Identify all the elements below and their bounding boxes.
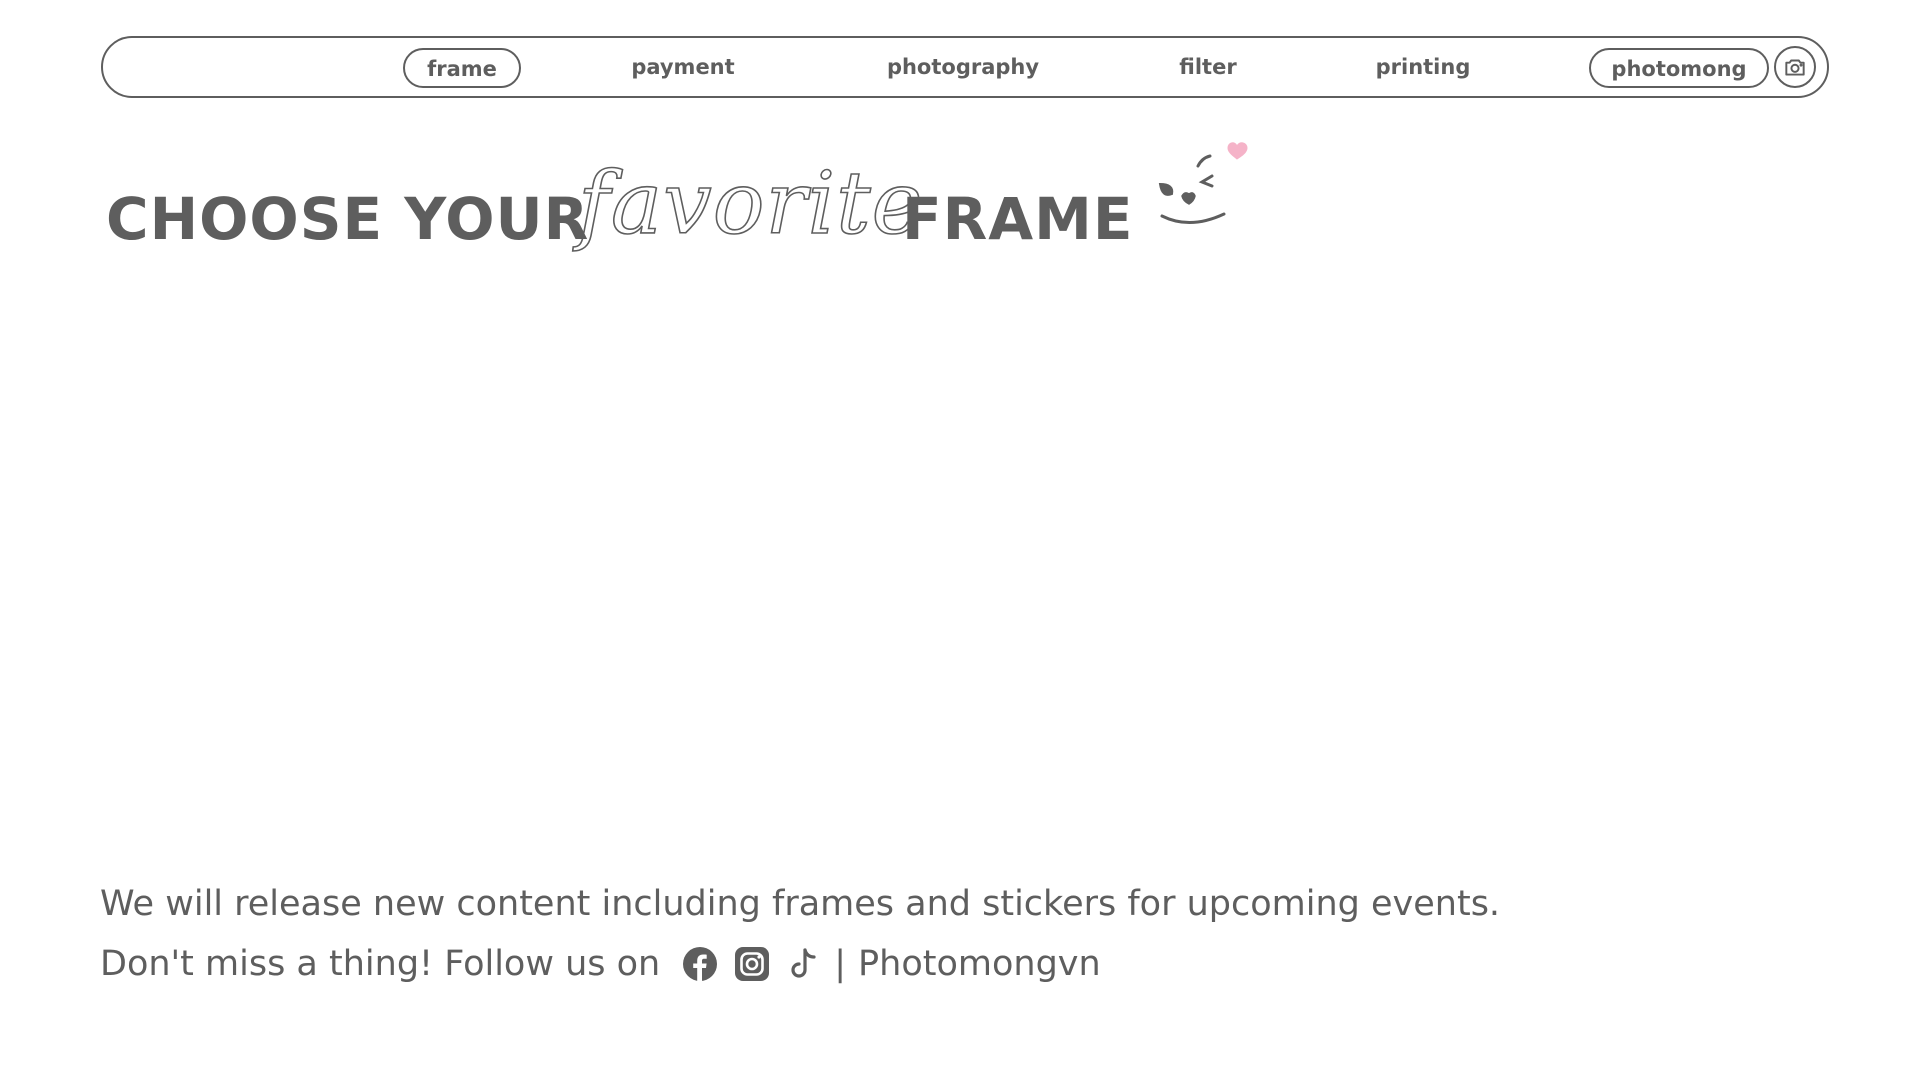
follow-us-line: Don't miss a thing! Follow us on | Photo… — [100, 942, 1101, 986]
camera-icon — [1785, 59, 1805, 76]
instagram-link[interactable] — [732, 944, 772, 984]
tiktok-link[interactable] — [784, 944, 824, 984]
nav-item-payment[interactable]: payment — [623, 48, 743, 88]
nav-item-printing[interactable]: printing — [1363, 48, 1483, 88]
nav-item-photography[interactable]: photography — [873, 48, 1053, 88]
headline: CHOOSE YOUR favorite FRAME — [106, 140, 1306, 270]
announcement-text: We will release new content including fr… — [100, 884, 1501, 924]
heart-accent — [1227, 142, 1248, 160]
headline-script-text: favorite — [577, 153, 924, 255]
nav-item-photomong[interactable]: photomong — [1589, 48, 1769, 88]
nav-item-filter[interactable]: filter — [1168, 48, 1248, 88]
nav-item-frame[interactable]: frame — [403, 48, 521, 88]
facebook-icon — [683, 947, 718, 981]
social-handle[interactable]: Photomongvn — [858, 942, 1101, 986]
tiktok-icon — [791, 948, 816, 978]
camera-button[interactable] — [1774, 46, 1816, 88]
wink-heart-face-icon — [1158, 142, 1248, 225]
separator: | — [834, 944, 847, 984]
follow-us-text: Don't miss a thing! Follow us on — [100, 944, 661, 984]
headline-word-choose-your: CHOOSE YOUR — [106, 185, 590, 253]
top-nav: frame payment photography filter printin… — [101, 36, 1829, 98]
facebook-link[interactable] — [680, 944, 720, 984]
instagram-icon — [735, 947, 770, 981]
headline-word-frame: FRAME — [902, 185, 1134, 253]
